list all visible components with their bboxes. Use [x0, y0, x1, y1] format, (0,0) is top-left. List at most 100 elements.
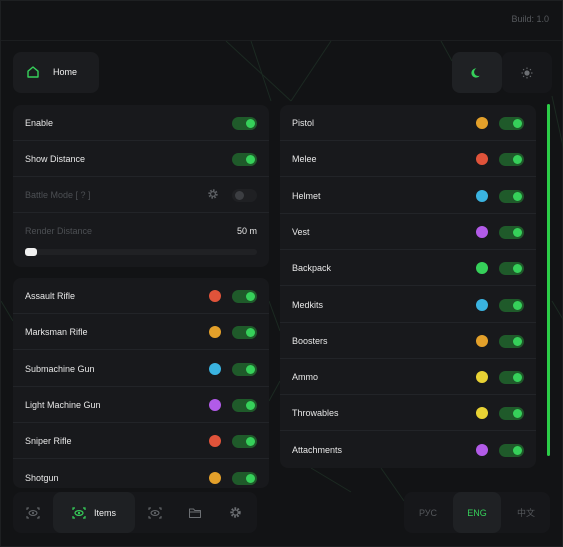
color-swatch[interactable]	[476, 443, 488, 456]
item-label: Boosters	[292, 335, 328, 346]
weapon-toggle[interactable]	[232, 398, 257, 412]
item-row: Melee	[280, 141, 536, 178]
color-swatch[interactable]	[209, 398, 221, 411]
item-label: Throwables	[292, 408, 339, 419]
render-distance-slider[interactable]	[25, 249, 257, 255]
eye-icon	[148, 507, 162, 518]
sun-icon	[521, 67, 533, 78]
weapon-toggle[interactable]	[232, 362, 257, 376]
item-toggle[interactable]	[499, 225, 524, 239]
color-swatch[interactable]	[209, 290, 221, 302]
color-swatch[interactable]	[476, 407, 488, 420]
render-distance-value: 50 m	[236, 226, 257, 236]
item-label: Medkits	[292, 299, 324, 310]
weapon-row: Submachine Gun	[13, 351, 269, 387]
color-swatch[interactable]	[209, 435, 221, 448]
item-toggle[interactable]	[499, 371, 524, 385]
color-swatch[interactable]	[209, 471, 221, 484]
weapon-toggle[interactable]	[232, 435, 257, 449]
item-toggle[interactable]	[499, 407, 524, 421]
weapon-row: Sniper Rifle	[13, 423, 269, 460]
weapon-toggle[interactable]	[232, 290, 257, 303]
color-swatch[interactable]	[476, 153, 488, 166]
lang-zh-button[interactable]: 中文	[502, 492, 550, 533]
item-label: Vest	[292, 226, 310, 237]
item-row: Helmet	[280, 178, 536, 214]
nav-items-label: Items	[93, 507, 116, 518]
items-panel: Pistol Melee Helmet Vest Backpack Medkits Boos…	[280, 105, 536, 468]
weapon-row: Marksman Rifle	[13, 314, 269, 351]
weapon-label: Sniper Rifle	[25, 436, 72, 447]
weapons-panel: Assault Rifle Marksman Rifle Submachine Gu…	[13, 278, 269, 488]
color-swatch[interactable]	[476, 262, 488, 275]
setting-label: Enable	[25, 118, 54, 128]
theme-dark-button[interactable]	[452, 52, 502, 93]
render-distance-slider-thumb[interactable]	[25, 248, 37, 256]
lang-ru-button[interactable]: РУС	[404, 492, 452, 533]
title-bar: Build: 1.0	[1, 1, 563, 41]
color-swatch[interactable]	[476, 189, 488, 202]
nav-visuals-button[interactable]	[13, 492, 53, 533]
setting-label: Show Distance	[25, 154, 86, 164]
setting-label: Render Distance	[25, 226, 93, 236]
color-swatch[interactable]	[209, 326, 221, 339]
weapon-row: Assault Rifle	[13, 278, 269, 314]
moon-icon	[471, 67, 480, 78]
lang-en-button[interactable]: ENG	[453, 492, 501, 533]
color-swatch[interactable]	[476, 117, 488, 129]
nav-items-button[interactable]: Items	[53, 492, 135, 533]
item-toggle[interactable]	[499, 298, 524, 312]
item-label: Ammo	[292, 372, 319, 383]
setting-row-enable: Enable	[13, 105, 269, 141]
item-toggle[interactable]	[499, 117, 524, 130]
eye-icon	[26, 507, 40, 518]
battle-mode-toggle[interactable]	[232, 189, 257, 202]
weapon-label: Shotgun	[25, 472, 59, 483]
enable-toggle[interactable]	[232, 117, 257, 130]
theme-light-button[interactable]	[502, 52, 552, 93]
color-swatch[interactable]	[209, 362, 221, 375]
home-label: Home	[53, 67, 78, 77]
setting-row-show-distance: Show Distance	[13, 141, 269, 177]
gear-icon	[229, 507, 241, 518]
show-distance-toggle[interactable]	[232, 153, 257, 166]
app-window: Build: 1.0 Home Enable Show Distance Bat…	[0, 0, 563, 547]
item-toggle[interactable]	[499, 443, 524, 457]
nav-configs-button[interactable]	[175, 492, 215, 533]
color-swatch[interactable]	[476, 371, 488, 384]
item-toggle[interactable]	[499, 262, 524, 276]
nav-radar-button[interactable]	[135, 492, 175, 533]
home-icon	[27, 66, 39, 78]
color-swatch[interactable]	[476, 334, 488, 347]
home-button[interactable]: Home	[13, 52, 99, 93]
item-label: Helmet	[292, 190, 321, 201]
weapon-label: Light Machine Gun	[25, 399, 101, 410]
items-scrollbar[interactable]	[547, 104, 550, 456]
setting-row-battle-mode: Battle Mode [ ? ]	[13, 177, 269, 213]
folder-icon	[189, 508, 201, 518]
gear-icon[interactable]	[207, 188, 219, 200]
bottom-nav: Items	[13, 492, 257, 533]
item-toggle[interactable]	[499, 334, 524, 348]
item-label: Attachments	[292, 444, 343, 455]
color-swatch[interactable]	[476, 298, 488, 311]
color-swatch[interactable]	[476, 225, 488, 238]
item-row: Pistol	[280, 105, 536, 141]
item-toggle[interactable]	[499, 189, 524, 203]
settings-panel: Enable Show Distance Battle Mode [ ? ] R…	[13, 105, 269, 267]
item-label: Pistol	[292, 118, 315, 128]
nav-settings-button[interactable]	[215, 492, 255, 533]
language-selector: РУС ENG 中文	[404, 492, 550, 533]
weapon-row: Light Machine Gun	[13, 387, 269, 423]
item-row: Ammo	[280, 359, 536, 396]
weapon-toggle[interactable]	[232, 326, 257, 340]
weapon-label: Submachine Gun	[25, 363, 95, 374]
build-version: Build: 1.0	[511, 14, 549, 24]
item-toggle[interactable]	[499, 153, 524, 167]
setting-row-render-distance: Render Distance 50 m	[13, 213, 269, 267]
weapon-row: Shotgun	[13, 460, 269, 489]
item-row: Throwables	[280, 395, 536, 432]
eye-icon	[72, 506, 86, 519]
weapon-toggle[interactable]	[232, 471, 257, 485]
weapon-label: Assault Rifle	[25, 291, 76, 301]
